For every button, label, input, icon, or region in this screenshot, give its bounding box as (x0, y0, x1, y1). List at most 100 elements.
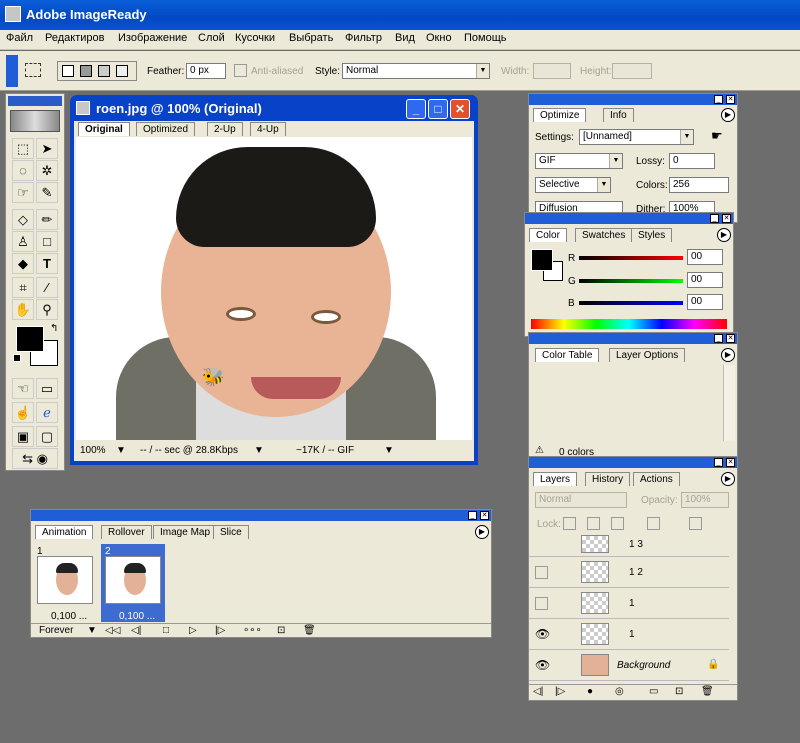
chevron-down-icon[interactable]: ▼ (87, 625, 97, 636)
tab-styles[interactable]: Styles (631, 228, 673, 242)
minimize-icon[interactable]: _ (468, 511, 477, 520)
minimize-icon[interactable]: _ (710, 214, 719, 223)
maximize-icon[interactable]: □ (428, 99, 448, 119)
pencil-icon[interactable]: ✏ (36, 209, 58, 230)
green-slider[interactable] (579, 279, 683, 283)
visibility-toggle[interactable] (535, 566, 548, 579)
jump-to-photoshop-icon[interactable]: ⇆ ◉ (12, 448, 58, 469)
foreground-color-swatch-top[interactable] (16, 326, 44, 352)
move-tool-icon[interactable]: ➤ (36, 138, 58, 159)
lossy-input[interactable]: 0 (669, 153, 715, 169)
minimize-icon[interactable]: _ (714, 458, 723, 467)
slice-visibility-icon[interactable]: ▭ (36, 378, 58, 399)
eyedropper-icon[interactable]: ⁄ (36, 277, 58, 298)
animation-frame-selected[interactable]: 2 0,100 ... (101, 544, 165, 622)
panel-menu-icon[interactable]: ▶ (721, 348, 735, 362)
settings-select[interactable]: [Unnamed] ▼ (579, 129, 694, 145)
tab-layer-options[interactable]: Layer Options (609, 348, 686, 362)
tween-icon[interactable]: ∘∘∘ (243, 625, 262, 636)
duplicate-frame-icon[interactable]: ⊡ (277, 625, 285, 636)
green-input[interactable]: 00 (687, 272, 723, 288)
crop-icon[interactable]: ⌗ (12, 277, 34, 298)
minimize-icon[interactable]: _ (714, 95, 723, 104)
download-speed[interactable]: -- / -- sec @ 28.8Kbps (140, 445, 238, 456)
close-icon[interactable]: ✕ (450, 99, 470, 119)
next-layer-icon[interactable]: |▷ (555, 686, 565, 697)
blend-mode-select[interactable]: Normal (535, 492, 627, 508)
rect-marquee-icon[interactable]: ⬚ (12, 138, 34, 159)
tab-animation[interactable]: Animation (35, 525, 94, 539)
frame-delay[interactable]: 0,100 ... (119, 611, 155, 622)
scrollbar[interactable] (723, 365, 735, 441)
menu-slices[interactable]: Кусочки (235, 32, 275, 44)
close-icon[interactable]: ✕ (480, 511, 489, 520)
type-tool-icon[interactable]: T (36, 253, 58, 274)
trash-icon[interactable]: 🗑 (303, 625, 316, 636)
fg-color-swatch[interactable] (531, 249, 553, 271)
file-size[interactable]: ~17K / -- GIF (296, 445, 354, 456)
fullscreen-mode-icon[interactable]: ▢ (36, 426, 58, 447)
rectangle-icon[interactable]: □ (36, 231, 58, 252)
format-select[interactable]: GIF ▼ (535, 153, 623, 169)
color-spectrum[interactable] (531, 319, 727, 329)
tab-image-map[interactable]: Image Map (153, 525, 218, 539)
panel-menu-icon[interactable]: ▶ (721, 108, 735, 122)
lock-all-checkbox[interactable] (689, 517, 702, 530)
blue-input[interactable]: 00 (687, 294, 723, 310)
chevron-down-icon[interactable]: ▼ (384, 445, 394, 456)
close-icon[interactable]: ✕ (726, 334, 735, 343)
menu-layer[interactable]: Слой (198, 32, 225, 44)
layer-row[interactable]: 1 3 (529, 535, 729, 557)
tab-actions[interactable]: Actions (633, 472, 680, 486)
screen-mode-icon[interactable]: ▣ (12, 426, 34, 447)
visibility-toggle[interactable] (535, 597, 548, 610)
browser-preview-icon[interactable]: ℯ (36, 402, 58, 423)
new-layer-icon[interactable]: ⊡ (675, 686, 683, 697)
play-icon[interactable]: ▷ (189, 625, 197, 636)
first-frame-icon[interactable]: ◁◁ (105, 625, 120, 636)
preview-icon[interactable]: ☝ (12, 402, 34, 423)
magic-wand-icon[interactable]: ✲ (36, 160, 58, 181)
tab-history[interactable]: History (585, 472, 631, 486)
menu-select[interactable]: Выбрать (289, 32, 333, 44)
palette-select[interactable]: Selective ▼ (535, 177, 611, 193)
style-select[interactable]: Normal ▼ (342, 63, 490, 79)
close-icon[interactable]: ✕ (722, 214, 731, 223)
opacity-input[interactable]: 100% (681, 492, 729, 508)
panel-menu-icon[interactable]: ▶ (717, 228, 731, 242)
antialiased-checkbox[interactable] (234, 64, 247, 77)
new-selection-icon[interactable] (62, 65, 74, 77)
new-folder-icon[interactable]: ▭ (649, 686, 658, 697)
zoom-icon[interactable]: ⚲ (36, 299, 58, 320)
trash-icon[interactable]: 🗑 (701, 686, 714, 697)
tab-layers[interactable]: Layers (533, 472, 578, 486)
intersect-selection-icon[interactable] (116, 65, 128, 77)
minimize-icon[interactable]: _ (406, 99, 426, 119)
menu-edit[interactable]: Редактиров (45, 32, 104, 44)
tab-optimized[interactable]: Optimized (136, 122, 196, 136)
menu-view[interactable]: Вид (395, 32, 415, 44)
layer-row[interactable]: 1 2 (529, 557, 729, 588)
lock-image-checkbox[interactable] (587, 517, 600, 530)
image-canvas[interactable]: 🐝 (76, 137, 472, 440)
animation-frame[interactable]: 1 0,100 ... (35, 544, 97, 622)
height-input[interactable] (612, 63, 652, 79)
mask-icon[interactable]: ◎ (615, 686, 624, 697)
zoom-level[interactable]: 100% (80, 445, 106, 456)
crop-hand-icon[interactable]: ☞ (12, 182, 34, 203)
chevron-down-icon[interactable]: ▼ (254, 445, 264, 456)
swap-colors-icon[interactable]: ↰ (50, 323, 58, 334)
eraser-icon[interactable]: ◇ (12, 209, 34, 230)
lasso-icon[interactable]: ◌ (12, 160, 34, 181)
frame-delay[interactable]: 0,100 ... (51, 611, 87, 622)
stop-icon[interactable]: □ (163, 625, 169, 636)
lock-brush-checkbox[interactable] (611, 517, 624, 530)
layer-style-icon[interactable]: ● (587, 686, 593, 697)
tab-optimize[interactable]: Optimize (533, 108, 587, 122)
tab-color[interactable]: Color (529, 228, 567, 242)
hand-preview-icon[interactable]: ☜ (12, 378, 34, 399)
blue-slider[interactable] (579, 301, 683, 305)
stamp-icon[interactable]: ♙ (12, 231, 34, 252)
tab-color-table[interactable]: Color Table (535, 348, 600, 362)
eye-icon[interactable]: 👁 (535, 627, 550, 641)
